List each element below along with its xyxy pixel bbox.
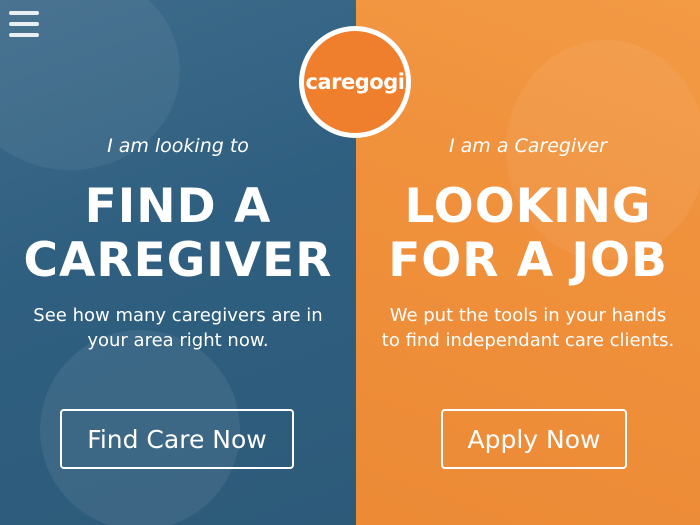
caregiver-headline: LOOKING FOR A JOB [388,179,668,288]
find-care-now-button[interactable]: Find Care Now [60,409,294,469]
find-care-headline: FIND A CAREGIVER [23,179,333,288]
caregiver-description: We put the tools in your hands to find i… [381,305,675,351]
hamburger-menu-icon[interactable] [9,11,39,38]
logo-text: caregogi [304,31,406,133]
find-care-description: See how many caregivers are in your area… [33,305,323,351]
apply-now-button[interactable]: Apply Now [441,409,627,469]
find-care-kicker: I am looking to [107,135,249,157]
caregiver-kicker: I am a Caregiver [448,135,607,157]
caregogi-logo[interactable]: caregogi [299,26,411,138]
